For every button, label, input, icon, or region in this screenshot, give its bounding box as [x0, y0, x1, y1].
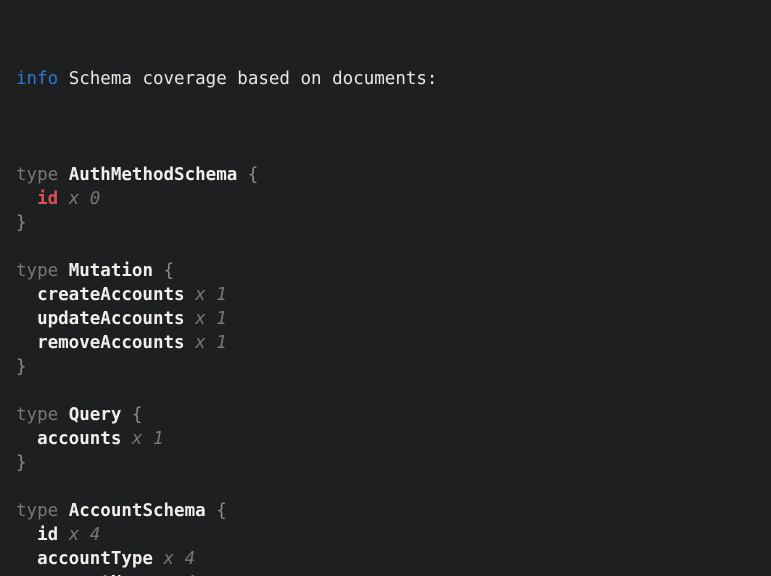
field-name: id	[37, 525, 58, 545]
open-brace: {	[153, 261, 174, 281]
type-block: type Mutation { createAccounts x 1 updat…	[16, 259, 771, 379]
field-line: removeAccounts x 1	[16, 331, 771, 355]
type-keyword: type	[16, 405, 69, 425]
type-declaration-line: type AccountSchema {	[16, 499, 771, 523]
field-indent	[16, 309, 37, 329]
type-keyword: type	[16, 501, 69, 521]
type-block: type AccountSchema { id x 4 accountType …	[16, 499, 771, 576]
open-brace: {	[206, 501, 227, 521]
field-indent	[16, 525, 37, 545]
type-name: Mutation	[69, 261, 153, 281]
type-declaration-line: type Query {	[16, 403, 771, 427]
field-indent	[16, 333, 37, 353]
info-message: Schema coverage based on documents:	[69, 69, 438, 89]
field-name: accountType	[37, 549, 153, 569]
field-usage-count: x 4	[153, 549, 195, 569]
field-indent	[16, 549, 37, 569]
field-line: updateAccounts x 1	[16, 307, 771, 331]
field-usage-count: x 1	[121, 429, 163, 449]
close-brace: }	[16, 357, 27, 377]
field-indent	[16, 429, 37, 449]
field-line: id x 4	[16, 523, 771, 547]
type-name: AccountSchema	[69, 501, 206, 521]
field-name: updateAccounts	[37, 309, 185, 329]
field-usage-count: x 1	[185, 333, 227, 353]
type-name: Query	[69, 405, 122, 425]
field-usage-count: x 1	[185, 285, 227, 305]
field-line: id x 0	[16, 187, 771, 211]
type-keyword: type	[16, 165, 69, 185]
type-keyword: type	[16, 261, 69, 281]
info-badge: info	[16, 69, 58, 89]
info-line: info Schema coverage based on documents:	[16, 67, 771, 91]
field-indent	[16, 189, 37, 209]
field-line: createAccounts x 1	[16, 283, 771, 307]
field-line: accounts x 1	[16, 427, 771, 451]
open-brace: {	[121, 405, 142, 425]
field-indent	[16, 285, 37, 305]
field-name: id	[37, 189, 58, 209]
close-brace-line: }	[16, 211, 771, 235]
terminal-output: info Schema coverage based on documents:…	[0, 0, 771, 576]
field-name: removeAccounts	[37, 333, 185, 353]
field-line: accountName x 4	[16, 571, 771, 576]
field-line: accountType x 4	[16, 547, 771, 571]
type-declaration-line: type Mutation {	[16, 259, 771, 283]
close-brace-line: }	[16, 451, 771, 475]
type-name: AuthMethodSchema	[69, 165, 238, 185]
field-name: accounts	[37, 429, 121, 449]
close-brace-line: }	[16, 355, 771, 379]
type-declaration-line: type AuthMethodSchema {	[16, 163, 771, 187]
type-block: type AuthMethodSchema { id x 0}	[16, 163, 771, 235]
field-usage-count: x 0	[58, 189, 100, 209]
field-usage-count: x 4	[58, 525, 100, 545]
close-brace: }	[16, 453, 27, 473]
type-blocks: type AuthMethodSchema { id x 0}type Muta…	[16, 163, 771, 576]
open-brace: {	[237, 165, 258, 185]
close-brace: }	[16, 213, 27, 233]
field-usage-count: x 1	[185, 309, 227, 329]
type-block: type Query { accounts x 1}	[16, 403, 771, 475]
field-name: createAccounts	[37, 285, 185, 305]
